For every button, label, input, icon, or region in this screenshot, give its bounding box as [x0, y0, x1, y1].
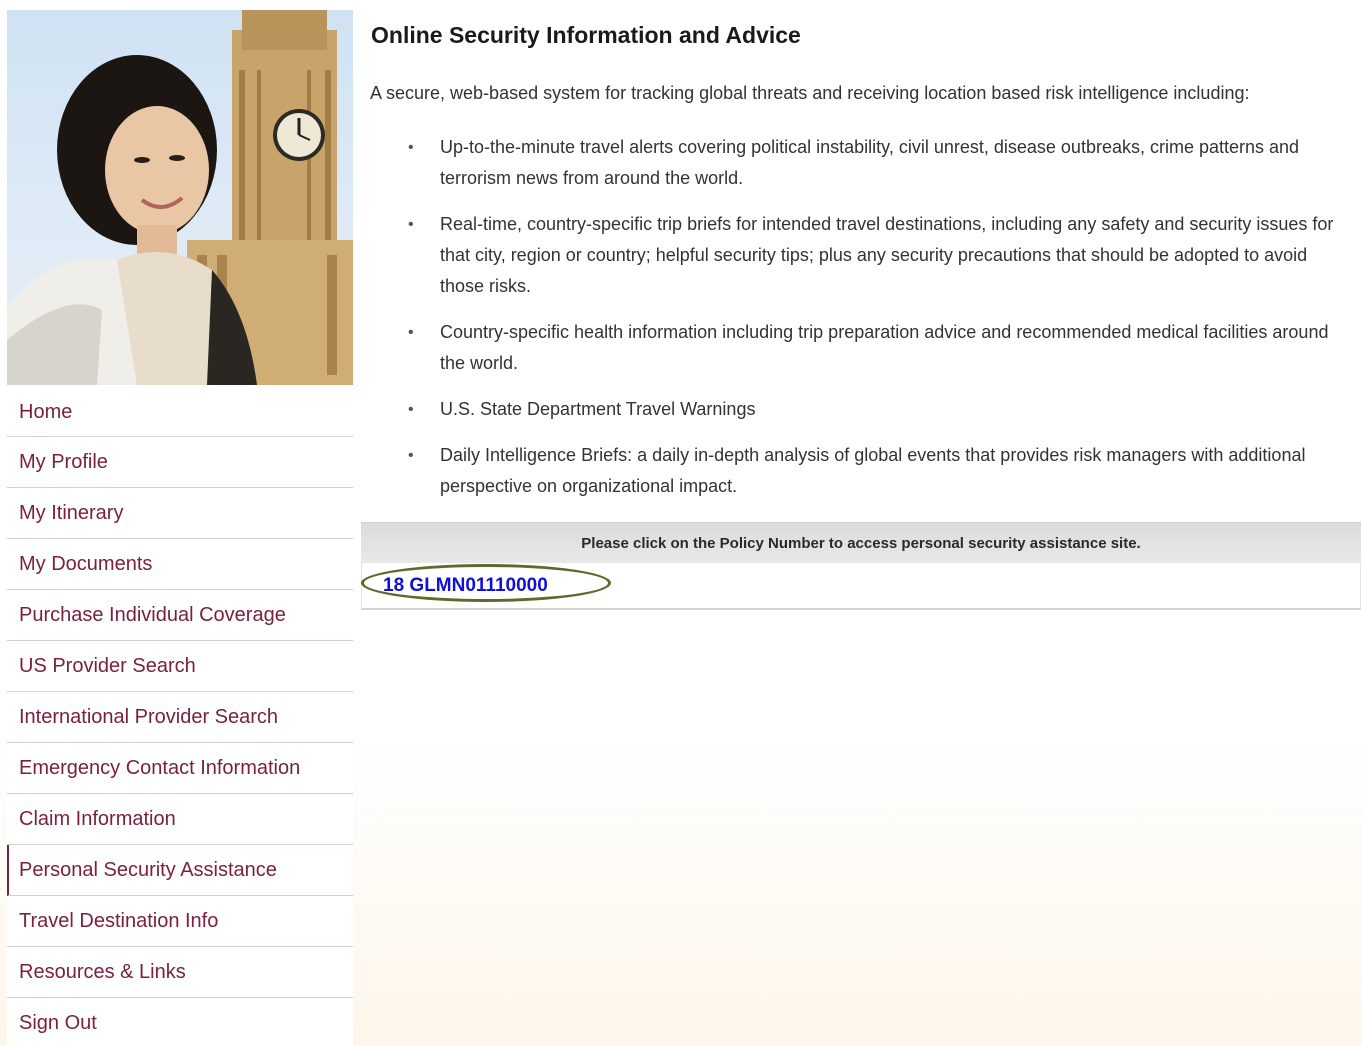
policy-number-link[interactable]: 18 GLMN01110000 [383, 575, 548, 597]
sidebar-item-my-itinerary[interactable]: My Itinerary [7, 488, 353, 539]
list-item-text: Daily Intelligence Briefs: a daily in-de… [440, 445, 1306, 496]
feature-list: • Up-to-the-minute travel alerts coverin… [361, 132, 1361, 502]
sidebar-item-us-provider-search[interactable]: US Provider Search [7, 641, 353, 692]
sidebar-item-my-profile[interactable]: My Profile [7, 437, 353, 488]
list-item: • Real-time, country-specific trip brief… [361, 209, 1361, 302]
bullet-icon: • [408, 216, 414, 233]
page: Home My Profile My Itinerary My Document… [0, 0, 1362, 1046]
list-item-text: Country-specific health information incl… [440, 322, 1329, 373]
list-item-text: Real-time, country-specific trip briefs … [440, 214, 1334, 296]
sidebar-item-claim-information[interactable]: Claim Information [7, 794, 353, 845]
sidebar-item-emergency-contact-information[interactable]: Emergency Contact Information [7, 743, 353, 794]
intro-text: A secure, web-based system for tracking … [370, 83, 1250, 103]
policy-row: 18 GLMN01110000 [361, 563, 1361, 610]
list-item: • Country-specific health information in… [361, 317, 1361, 379]
sidebar-item-travel-destination-info[interactable]: Travel Destination Info [7, 896, 353, 947]
sidebar-item-purchase-individual-coverage[interactable]: Purchase Individual Coverage [7, 590, 353, 641]
bullet-icon: • [408, 139, 414, 156]
sidebar-item-international-provider-search[interactable]: International Provider Search [7, 692, 353, 743]
list-item-text: Up-to-the-minute travel alerts covering … [440, 137, 1300, 188]
list-item: • Up-to-the-minute travel alerts coverin… [361, 132, 1361, 194]
sidebar-item-personal-security-assistance[interactable]: Personal Security Assistance [7, 845, 353, 896]
main-content: Online Security Information and Advice A… [361, 10, 1361, 610]
list-item-text: U.S. State Department Travel Warnings [440, 399, 756, 419]
hero-photo [7, 10, 353, 385]
policy-notice-header: Please click on the Policy Number to acc… [361, 522, 1361, 563]
sidebar-item-sign-out[interactable]: Sign Out [7, 998, 353, 1046]
bullet-icon: • [408, 401, 414, 418]
list-item: • U.S. State Department Travel Warnings [361, 394, 1361, 425]
list-item: • Daily Intelligence Briefs: a daily in-… [361, 440, 1361, 502]
sidebar-item-my-documents[interactable]: My Documents [7, 539, 353, 590]
sidebar-item-resources-links[interactable]: Resources & Links [7, 947, 353, 998]
bullet-icon: • [408, 447, 414, 464]
sidebar-item-home[interactable]: Home [7, 385, 353, 437]
sidebar: Home My Profile My Itinerary My Document… [7, 10, 353, 1046]
hero-photo-illustration [7, 10, 353, 385]
sidebar-nav: Home My Profile My Itinerary My Document… [7, 385, 353, 1046]
page-title: Online Security Information and Advice [371, 22, 801, 48]
bullet-icon: • [408, 324, 414, 341]
